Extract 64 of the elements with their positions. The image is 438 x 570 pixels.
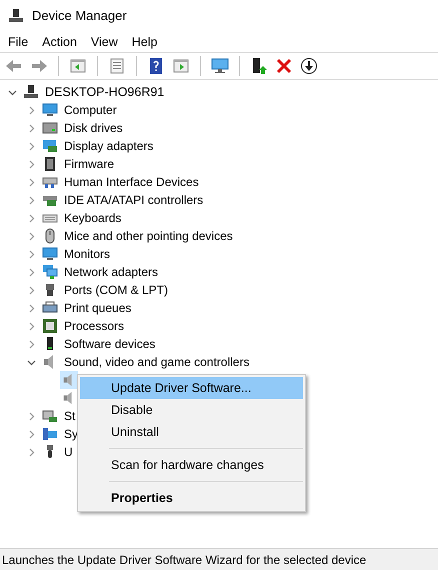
chevron-right-icon[interactable]	[27, 448, 36, 456]
chevron-down-icon[interactable]	[27, 358, 36, 366]
tree-item[interactable]: Keyboards	[64, 209, 122, 227]
chevron-right-icon[interactable]	[27, 142, 36, 150]
processor-icon	[42, 318, 58, 334]
context-menu-item[interactable]: Disable	[80, 399, 303, 421]
tree-item[interactable]: Display adapters	[64, 137, 154, 155]
tree-item[interactable]: IDE ATA/ATAPI controllers	[64, 191, 204, 209]
chevron-right-icon[interactable]	[27, 430, 36, 438]
tree-item[interactable]: Ports (COM & LPT)	[64, 281, 168, 299]
chevron-right-icon[interactable]	[27, 160, 36, 168]
app-icon	[8, 8, 24, 24]
tree-item[interactable]: Network adapters	[64, 263, 158, 281]
chevron-right-icon[interactable]	[27, 214, 36, 222]
download-icon[interactable]	[299, 56, 319, 76]
chevron-right-icon[interactable]	[27, 304, 36, 312]
chip-icon	[42, 156, 58, 172]
monitor-icon	[42, 102, 58, 118]
context-menu-item[interactable]: Scan for hardware changes	[80, 454, 303, 476]
context-menu-item[interactable]: Update Driver Software...	[80, 377, 303, 399]
tree-item[interactable]: Processors	[64, 317, 124, 335]
tree-item[interactable]: Sy	[64, 425, 78, 443]
tree-item[interactable]: Disk drives	[64, 119, 123, 137]
chevron-right-icon[interactable]	[27, 106, 36, 114]
tree-item[interactable]: Mice and other pointing devices	[64, 227, 233, 245]
monitor-icon[interactable]	[210, 56, 230, 76]
chevron-right-icon[interactable]	[27, 250, 36, 258]
tree-item[interactable]: Firmware	[64, 155, 114, 173]
chevron-right-icon[interactable]	[27, 412, 36, 420]
tree-item[interactable]: Computer	[64, 101, 117, 119]
tree-item[interactable]: DESKTOP-HO96R91	[45, 82, 164, 102]
tree-item[interactable]: Monitors	[64, 245, 110, 263]
chevron-right-icon[interactable]	[27, 322, 36, 330]
system-icon	[42, 426, 58, 442]
window-title: Device Manager	[32, 7, 127, 26]
context-menu-item[interactable]: Uninstall	[80, 421, 303, 443]
context-menu-item[interactable]: Properties	[80, 487, 303, 509]
chevron-right-icon[interactable]	[27, 268, 36, 276]
chevron-right-icon[interactable]	[27, 178, 36, 186]
computer-icon	[23, 84, 39, 100]
chevron-right-icon[interactable]	[27, 340, 36, 348]
storage-icon	[42, 408, 58, 424]
chevron-right-icon[interactable]	[27, 232, 36, 240]
delete-icon[interactable]	[274, 56, 294, 76]
tree-item[interactable]	[60, 371, 78, 389]
chevron-right-icon[interactable]	[27, 286, 36, 294]
chevron-down-icon[interactable]	[8, 88, 17, 96]
menu-item[interactable]: File	[8, 32, 28, 52]
monitor-icon	[42, 246, 58, 262]
tree-item[interactable]: St	[64, 407, 76, 425]
tree-item[interactable]: Human Interface Devices	[64, 173, 199, 191]
tree-item[interactable]: U	[64, 443, 73, 461]
chevron-right-icon[interactable]	[27, 196, 36, 204]
display-card-icon	[42, 138, 58, 154]
menu-item[interactable]: Action	[42, 32, 77, 52]
drive-icon	[42, 120, 58, 136]
network-icon	[42, 264, 58, 280]
menu-item[interactable]: Help	[132, 32, 158, 52]
status-text: Launches the Update Driver Software Wizard for the selected device	[2, 552, 366, 568]
menu-item[interactable]: View	[90, 32, 118, 52]
tree-item[interactable]: Print queues	[64, 299, 132, 317]
tree-item[interactable]: Software devices	[64, 335, 156, 353]
chevron-right-icon[interactable]	[27, 124, 36, 132]
tree-item[interactable]: Sound, video and game controllers	[64, 353, 250, 371]
